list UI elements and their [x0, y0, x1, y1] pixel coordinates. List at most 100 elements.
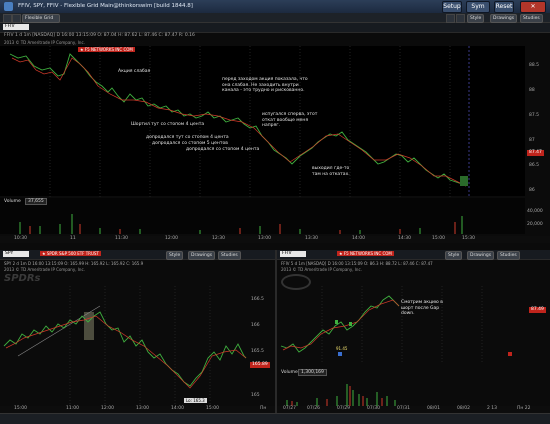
volume-label: Volume [4, 199, 21, 204]
annotation-add2: допродался со стопом 5 центов [152, 141, 228, 146]
style-button[interactable]: Style [467, 14, 485, 23]
time-tick: 07/26 [307, 406, 320, 411]
spy-copyright: 2013 © TD Ameritrade IP Company, Inc. [4, 267, 85, 272]
spy-price-tick: 166.5 [251, 296, 264, 302]
spy-price-tick: 165 [251, 392, 260, 398]
spy-symbol-input[interactable]: SPY [3, 251, 29, 257]
setup-button[interactable]: Setup [442, 1, 462, 13]
volume-value: 37,655 [25, 198, 47, 205]
annotation-before-entry: перед заходом акция показала, что она сл… [222, 77, 308, 93]
ffiv-volume-value: 1,300,169 [298, 369, 327, 376]
chart-header: FFIV 1 d 1m [NASDAQ] D 16:00 13:15:09 O:… [4, 33, 195, 38]
ffiv-style-button[interactable]: Style [445, 251, 463, 260]
spdr-logo: SPDRs [4, 273, 41, 284]
studies-button[interactable]: Studies [520, 14, 543, 23]
annotation-add3: допродался со стопом 4 цента [186, 147, 260, 152]
ffiv-banner: ★ F5 NETWORKS INC COM [337, 251, 394, 256]
ffiv-volume-chart[interactable] [277, 376, 550, 406]
top-price-chart[interactable]: 88.5 88 87.5 87 86.5 86 [0, 46, 550, 236]
symbol-button[interactable]: Sym [466, 1, 490, 13]
time-tick: 07/31 [397, 406, 410, 411]
time-tick: Пн [260, 406, 267, 411]
settings-icon[interactable] [456, 14, 465, 23]
spy-header: SPY 2 d 1m D 16:00 13:15:09 O: 165.99 H:… [4, 261, 144, 266]
time-tick: 15:00 [14, 406, 27, 411]
app-icon [4, 2, 13, 11]
event-marker-icon[interactable] [508, 352, 512, 356]
ffiv-annotation: Смотрим акцию в шорт после Gap down. [401, 300, 443, 316]
ffiv-marker-label: 91.45 [336, 346, 348, 351]
ffiv-current-price: 87.49 [529, 307, 546, 313]
zoom-icon[interactable] [446, 14, 455, 23]
annotation-scared: испугался сперва, этот откат вообще меня… [262, 112, 318, 128]
spy-price-tick: 165.5 [251, 348, 264, 354]
window-titlebar: FFIV, SPY, FFIV - Flexible Grid Main@thi… [0, 0, 550, 13]
time-tick: 15:30 [462, 236, 475, 241]
time-tick: 11:00 [66, 406, 79, 411]
event-marker-icon[interactable] [338, 352, 342, 356]
close-icon[interactable]: ✕ [520, 1, 546, 13]
drawings-button[interactable]: Drawings [490, 14, 518, 23]
annotation-short: Шортил тут со стопом 4 цента [131, 122, 205, 127]
grid-selector[interactable]: Flexible Grid [22, 14, 60, 23]
status-bar [0, 413, 550, 424]
ffiv-time-axis: 07/27 07/26 07/29 07/30 07/31 08/01 08/0… [277, 406, 550, 413]
top-time-axis: 10:30 11 11:30 12:00 12:30 13:00 13:30 1… [0, 236, 550, 243]
time-tick: 14:30 [398, 236, 411, 241]
ffiv-header: FFIV 5 d 1m [NASDAQ] D 16:00 13:15:09 O:… [281, 261, 433, 266]
ffiv-drawings-button[interactable]: Drawings [467, 251, 495, 260]
spy-price-chart[interactable]: 166.5 166 165.5 165 [0, 286, 275, 406]
time-tick: 11:30 [115, 236, 128, 241]
time-tick: 14:00 [171, 406, 184, 411]
grid-icon[interactable] [3, 14, 12, 23]
annotation-add1: допродался тут со стопом 4 цента [146, 135, 229, 140]
price-tick: 87.5 [529, 112, 539, 118]
spy-drawings-button[interactable]: Drawings [188, 251, 216, 260]
symbol-banner: ★ F5 NETWORKS INC COM [78, 47, 135, 52]
time-tick: 07/30 [367, 406, 380, 411]
time-tick: 10:30 [14, 236, 27, 241]
spy-toolbar: SPY ★ SPDR S&P 500 ETF TRUST Style Drawi… [0, 250, 275, 260]
window-title: FFIV, SPY, FFIV - Flexible Grid Main@thi… [18, 3, 193, 9]
spy-time-axis: 15:00 11:00 12:00 13:00 14:00 15:00 Пн [0, 406, 275, 413]
ffiv-volume-label: Volume [281, 370, 298, 375]
time-tick: 12:30 [212, 236, 225, 241]
time-tick: 07/27 [283, 406, 296, 411]
spy-banner: ★ SPDR S&P 500 ETF TRUST [40, 251, 101, 256]
time-tick: 15:00 [206, 406, 219, 411]
ffiv-symbol-input[interactable]: FFIV [280, 251, 306, 257]
price-tick: 88 [529, 87, 535, 93]
symbol-input[interactable]: FFIV [3, 24, 29, 30]
time-tick: 11 [70, 236, 76, 241]
spy-style-button[interactable]: Style [166, 251, 184, 260]
time-tick: 08/02 [457, 406, 470, 411]
grid-toolbar: Flexible Grid Style Drawings Studies [0, 13, 550, 23]
time-tick: 13:00 [136, 406, 149, 411]
current-price-tag: 87.47 [527, 150, 544, 156]
copyright-text: 2013 © TD Ameritrade IP Company, Inc. [4, 40, 85, 45]
time-tick: 12:00 [165, 236, 178, 241]
ffiv-copyright: 2013 © TD Ameritrade IP Company, Inc. [281, 267, 362, 272]
reset-button[interactable]: Reset [494, 1, 514, 13]
time-tick: 12:00 [101, 406, 114, 411]
price-tick: 88.5 [529, 62, 539, 68]
annotation-exit: выходил где-то там на откатах. [312, 166, 350, 177]
time-tick: 07/29 [337, 406, 350, 411]
time-tick: 08/01 [427, 406, 440, 411]
volume-tick: 40,000 [527, 209, 543, 214]
time-tick: 14:00 [352, 236, 365, 241]
spy-price-tick: 166 [251, 322, 260, 328]
time-tick: Пн 22 [517, 406, 531, 411]
top-chart-toolbar: FFIV [0, 23, 550, 33]
ffiv-toolbar: FFIV ★ F5 NETWORKS INC COM Style Drawing… [277, 250, 550, 260]
spy-low-label: Lo: 165.3 [184, 398, 207, 403]
spy-studies-button[interactable]: Studies [218, 251, 241, 260]
price-tick: 87 [529, 137, 535, 143]
link-icon[interactable] [12, 14, 21, 23]
spy-current-price: 165.89 [250, 362, 270, 368]
volume-tick: 20,000 [527, 222, 543, 227]
ffiv-studies-button[interactable]: Studies [497, 251, 520, 260]
price-tick: 86 [529, 187, 535, 193]
price-tick: 86.5 [529, 162, 539, 168]
time-tick: 2 13 [487, 406, 498, 411]
